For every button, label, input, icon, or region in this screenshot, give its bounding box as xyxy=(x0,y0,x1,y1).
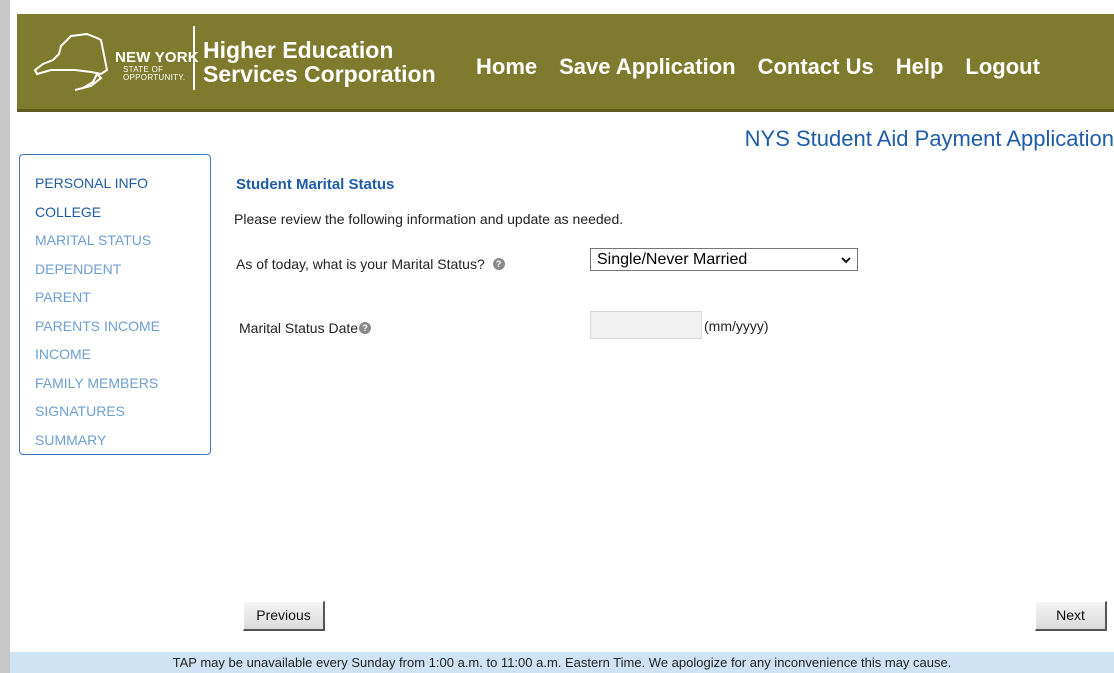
sidebar-item-signatures[interactable]: SIGNATURES xyxy=(35,397,210,426)
nav-save-application[interactable]: Save Application xyxy=(559,54,735,84)
sidebar-item-parent[interactable]: PARENT xyxy=(35,283,210,312)
sidebar-item-marital-status[interactable]: MARITAL STATUS xyxy=(35,226,210,255)
marital-status-label: As of today, what is your Marital Status… xyxy=(236,256,505,272)
site-header: NEW YORK STATE OF OPPORTUNITY. Higher Ed… xyxy=(17,14,1114,112)
sidebar-item-family-members[interactable]: FAMILY MEMBERS xyxy=(35,369,210,398)
section-title: Student Marital Status xyxy=(236,176,395,193)
logo-divider xyxy=(193,26,195,90)
date-format-hint: (mm/yyyy) xyxy=(704,318,769,334)
org-name-line1: Higher Education xyxy=(203,37,394,63)
nys-logo[interactable]: NEW YORK STATE OF OPPORTUNITY. xyxy=(31,30,201,92)
maintenance-notice: TAP may be unavailable every Sunday from… xyxy=(10,652,1114,673)
sidebar-nav: PERSONAL INFO COLLEGE MARITAL STATUS DEP… xyxy=(19,154,211,455)
org-name[interactable]: Higher Education Services Corporation xyxy=(203,38,436,86)
intro-text: Please review the following information … xyxy=(234,211,624,227)
sidebar-item-college[interactable]: COLLEGE xyxy=(35,198,210,227)
logo-text-ny: NEW YORK xyxy=(115,49,199,66)
previous-button[interactable]: Previous xyxy=(243,601,325,631)
sidebar-item-personal-info[interactable]: PERSONAL INFO xyxy=(35,169,210,198)
org-name-line2: Services Corporation xyxy=(203,61,436,87)
nav-help[interactable]: Help xyxy=(896,54,944,84)
marital-status-select[interactable]: Single/Never Married xyxy=(590,248,858,271)
top-nav: Home Save Application Contact Us Help Lo… xyxy=(476,54,1062,84)
sidebar-item-summary[interactable]: SUMMARY xyxy=(35,426,210,455)
next-button[interactable]: Next xyxy=(1035,601,1107,631)
nav-logout[interactable]: Logout xyxy=(965,54,1040,84)
marital-status-value: Single/Never Married xyxy=(597,251,748,268)
page-title: NYS Student Aid Payment Application xyxy=(744,126,1114,151)
window-frame xyxy=(0,0,10,673)
marital-date-input[interactable] xyxy=(590,311,702,339)
chevron-down-icon xyxy=(841,257,851,264)
nys-map-icon xyxy=(33,32,109,91)
marital-date-label-text: Marital Status Date xyxy=(239,320,359,336)
logo-text-opportunity: OPPORTUNITY. xyxy=(123,73,186,82)
nav-contact-us[interactable]: Contact Us xyxy=(758,54,874,84)
nav-home[interactable]: Home xyxy=(476,54,537,84)
question-circle-icon[interactable]: ? xyxy=(359,322,372,334)
sidebar-item-income[interactable]: INCOME xyxy=(35,340,210,369)
marital-date-label: Marital Status Date? xyxy=(239,320,372,336)
marital-status-question: As of today, what is your Marital Status… xyxy=(236,256,485,272)
sidebar-item-parents-income[interactable]: PARENTS INCOME xyxy=(35,312,210,341)
question-circle-icon[interactable]: ? xyxy=(492,258,505,270)
sidebar-item-dependent[interactable]: DEPENDENT xyxy=(35,255,210,284)
